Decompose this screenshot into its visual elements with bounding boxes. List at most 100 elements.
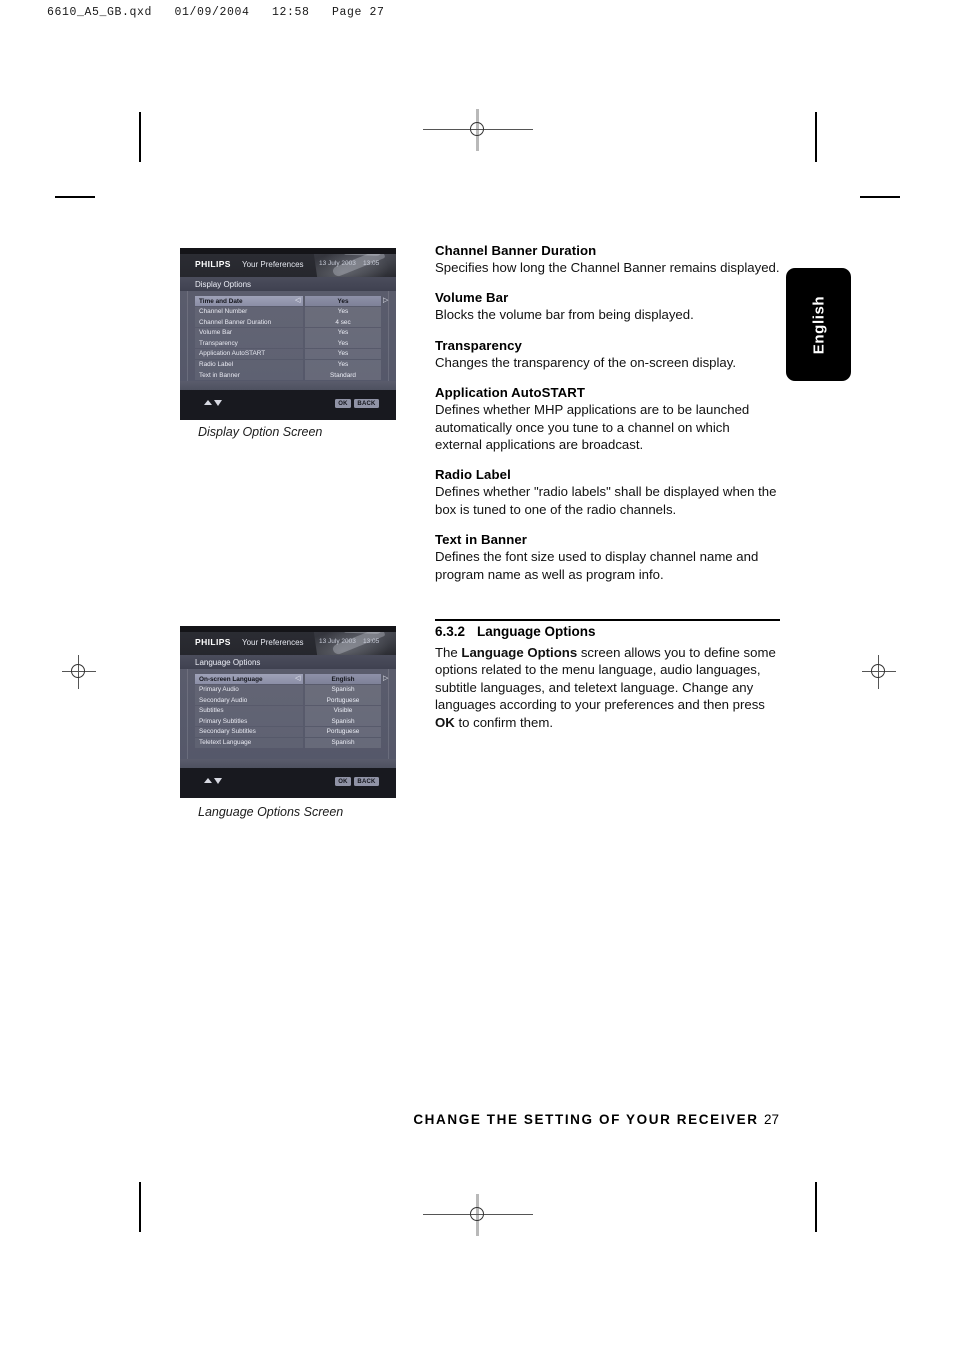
arrow-right-icon[interactable]: ▷: [383, 297, 388, 304]
crop-mark-left-h: [55, 196, 95, 198]
menu-row-label: Channel Banner Duration: [199, 318, 272, 326]
menu-row-label: Secondary Audio: [199, 696, 248, 704]
menu-row[interactable]: Transparency Yes: [195, 338, 381, 349]
subsection-number: 6.3.2: [435, 624, 466, 639]
tv-header-bar: PHILIPS Your Preferences 13 July 2003 13…: [180, 632, 396, 655]
tv-panel-bottom-strip: [180, 381, 396, 390]
menu-row-label: Teletext Language: [199, 739, 252, 747]
menu-row-value: Yes: [337, 297, 349, 305]
language-side-tab-label: English: [810, 295, 827, 354]
arrow-left-icon[interactable]: ◁: [295, 675, 300, 682]
language-options-menu: On-screen Language ◁ English ▷ Primary A…: [195, 674, 388, 748]
page-number: 27: [763, 1112, 779, 1127]
crop-mark-top-right-v: [815, 112, 817, 162]
ok-button[interactable]: OK: [335, 777, 351, 786]
body-text-column: Channel Banner Duration Specifies how lo…: [435, 243, 780, 583]
menu-row-value: Spanish: [331, 686, 355, 694]
back-button[interactable]: BACK: [354, 777, 379, 786]
tv-menu-panel: Time and Date ◁ Yes ▷ Channel Number Yes…: [180, 291, 396, 381]
menu-row-label: Time and Date: [199, 297, 243, 305]
crop-mark-top-left-v: [139, 112, 141, 162]
menu-row[interactable]: Text in Banner Standard: [195, 370, 381, 381]
subsection-text-1: The: [435, 645, 462, 660]
menu-row[interactable]: Primary Subtitles Spanish: [195, 716, 381, 727]
tv-date: 13 July 2003: [319, 260, 356, 267]
section-body: Defines whether "radio labels" shall be …: [435, 484, 777, 517]
section-heading: Text in Banner: [435, 532, 528, 548]
section-body: Defines whether MHP applications are to …: [435, 402, 750, 453]
crop-mark-right-h: [860, 196, 900, 198]
section-heading: Volume Bar: [435, 290, 509, 306]
tv-subtitle-bar: Language Options: [180, 655, 396, 669]
menu-row-label: Subtitles: [199, 707, 224, 715]
menu-row-value: Portuguese: [326, 728, 360, 736]
section-body: Blocks the volume bar from being display…: [435, 307, 694, 323]
menu-row[interactable]: Primary Audio Spanish: [195, 684, 381, 695]
menu-row-label: Transparency: [199, 339, 238, 347]
menu-row-label: Volume Bar: [199, 329, 233, 337]
menu-row[interactable]: Subtitles Visible: [195, 705, 381, 716]
back-button[interactable]: BACK: [354, 399, 379, 408]
section-heading: Transparency: [435, 337, 522, 353]
tv-footer-bar: OK BACK: [180, 390, 396, 420]
crop-mark-bottom-right-v: [815, 1182, 817, 1232]
arrow-up-icon[interactable]: [204, 400, 212, 405]
arrow-down-icon[interactable]: [214, 778, 222, 784]
tv-subtitle-label: Language Options: [195, 657, 261, 667]
registration-mark-bottom: [423, 1194, 533, 1236]
display-options-caption: Display Option Screen: [198, 425, 323, 439]
menu-row[interactable]: Volume Bar Yes: [195, 327, 381, 338]
philips-logo: PHILIPS: [195, 259, 231, 269]
philips-logo: PHILIPS: [195, 637, 231, 647]
subsection-body: The Language Options screen allows you t…: [435, 644, 780, 731]
menu-row[interactable]: Teletext Language Spanish: [195, 737, 381, 748]
menu-row-label: On-screen Language: [199, 675, 263, 683]
tv-menu-panel: On-screen Language ◁ English ▷ Primary A…: [180, 669, 396, 759]
subsection-text-bold-2: OK: [435, 714, 455, 730]
menu-row[interactable]: On-screen Language ◁ English ▷: [195, 674, 388, 684]
menu-row[interactable]: Secondary Subtitles Portuguese: [195, 726, 381, 737]
arrow-left-icon[interactable]: ◁: [295, 297, 300, 304]
language-options-caption: Language Options Screen: [198, 805, 344, 819]
arrow-down-icon[interactable]: [214, 400, 222, 406]
tv-app-title: Your Preferences: [242, 259, 304, 269]
tv-panel-bottom-strip: [180, 759, 396, 768]
registration-mark-right: [862, 655, 896, 689]
menu-row[interactable]: Secondary Audio Portuguese: [195, 695, 381, 706]
section-divider: [435, 619, 780, 621]
ok-button[interactable]: OK: [335, 399, 351, 408]
arrow-up-icon[interactable]: [204, 778, 212, 783]
menu-row-value: Standard: [330, 371, 356, 379]
language-options-screenshot: PHILIPS Your Preferences 13 July 2003 13…: [180, 626, 396, 798]
tv-header-bar: PHILIPS Your Preferences 13 July 2003 13…: [180, 254, 396, 277]
display-options-screenshot: PHILIPS Your Preferences 13 July 2003 13…: [180, 248, 396, 420]
subsection-text-3: to confirm them.: [454, 714, 553, 730]
print-header: 6610_A5_GB.qxd 01/09/2004 12:58 Page 27: [47, 6, 385, 19]
menu-row[interactable]: Application AutoSTART Yes: [195, 348, 381, 359]
menu-row[interactable]: Channel Banner Duration 4 sec: [195, 317, 381, 328]
menu-row-label: Application AutoSTART: [199, 350, 266, 358]
menu-row-label: Secondary Subtitles: [199, 728, 256, 736]
menu-row-value: Spanish: [331, 739, 355, 747]
page-footer: CHANGE THE SETTING OF YOUR RECEIVER 27: [413, 1112, 779, 1127]
menu-row-value: Portuguese: [326, 696, 360, 704]
crop-mark-bottom-left-v: [139, 1182, 141, 1232]
tv-date: 13 July 2003: [319, 638, 356, 645]
menu-row-value: Visible: [333, 707, 353, 715]
menu-row-label: Channel Number: [199, 308, 248, 316]
arrow-right-icon[interactable]: ▷: [383, 675, 388, 682]
menu-row-value: Yes: [337, 308, 349, 316]
menu-row[interactable]: Radio Label Yes: [195, 359, 381, 370]
registration-mark-left: [62, 655, 96, 689]
menu-row[interactable]: Channel Number Yes: [195, 306, 381, 317]
language-side-tab: English: [786, 268, 851, 381]
tv-time: 13:05: [363, 638, 380, 645]
display-options-menu: Time and Date ◁ Yes ▷ Channel Number Yes…: [195, 296, 388, 381]
menu-row-value: 4 sec: [335, 318, 351, 326]
menu-row-label: Primary Audio: [199, 686, 239, 694]
subsection-title: Language Options: [477, 624, 596, 639]
subsection-text-bold-1: Language Options: [461, 645, 578, 660]
section-body: Defines the font size used to display ch…: [435, 549, 759, 582]
section-heading: Channel Banner Duration: [435, 243, 597, 258]
menu-row[interactable]: Time and Date ◁ Yes ▷: [195, 296, 388, 306]
